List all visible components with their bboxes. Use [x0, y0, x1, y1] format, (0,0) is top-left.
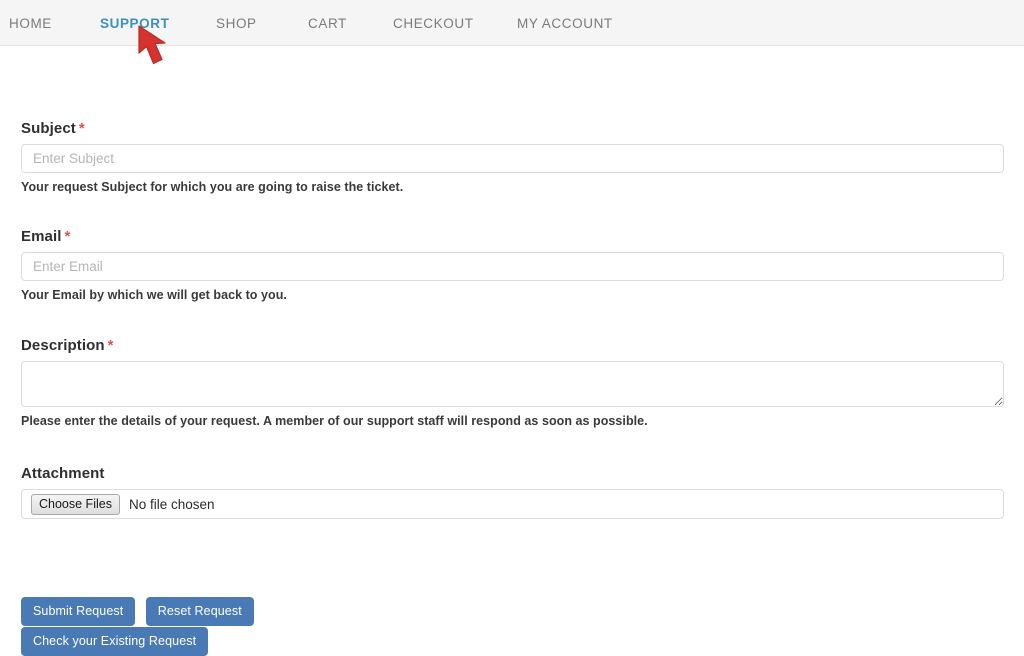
email-label-text: Email [21, 228, 62, 245]
description-label: Description * [21, 337, 1024, 354]
subject-label-text: Subject [21, 120, 76, 137]
field-description: Description * Please enter the details of… [0, 337, 1024, 428]
nav-item-support[interactable]: SUPPORT [100, 16, 169, 31]
subject-label: Subject * [21, 120, 1024, 137]
reset-request-button[interactable]: Reset Request [145, 597, 254, 626]
nav-item-shop[interactable]: SHOP [216, 16, 257, 31]
email-required-marker: * [64, 228, 71, 245]
field-attachment: Attachment Choose Files No file chosen [0, 465, 1024, 519]
attachment-status-text: No file chosen [128, 496, 215, 512]
primary-action-buttons: Submit Request Reset Request [21, 597, 254, 626]
top-navigation-bar: HOME SUPPORT SHOP CART CHECKOUT MY ACCOU… [0, 0, 1024, 46]
attachment-label: Attachment [21, 465, 105, 482]
description-help-text: Please enter the details of your request… [21, 414, 648, 428]
subject-help-text: Your request Subject for which you are g… [21, 180, 404, 194]
email-help-text: Your Email by which we will get back to … [21, 288, 287, 302]
nav-item-my-account[interactable]: MY ACCOUNT [517, 16, 613, 31]
attachment-file-input[interactable]: Choose Files No file chosen [21, 489, 1004, 519]
check-existing-request-button[interactable]: Check your Existing Request [21, 627, 209, 656]
choose-files-button[interactable]: Choose Files [31, 493, 120, 515]
email-label: Email * [21, 228, 1024, 245]
description-textarea[interactable] [21, 361, 1004, 407]
subject-required-marker: * [78, 120, 85, 137]
field-subject: Subject* Your request Subject for which … [0, 120, 1024, 194]
subject-input[interactable] [21, 144, 1004, 173]
nav-item-cart[interactable]: CART [308, 16, 347, 31]
secondary-action-buttons: Check your Existing Request [21, 627, 209, 656]
submit-request-button[interactable]: Submit Request [21, 597, 136, 626]
description-label-text: Description [21, 337, 105, 354]
nav-item-home[interactable]: HOME [9, 16, 52, 31]
field-email: Email* Your Email by which we will get b… [0, 228, 1024, 302]
description-required-marker: * [107, 337, 114, 354]
nav-item-checkout[interactable]: CHECKOUT [393, 16, 474, 31]
email-input[interactable] [21, 252, 1004, 281]
